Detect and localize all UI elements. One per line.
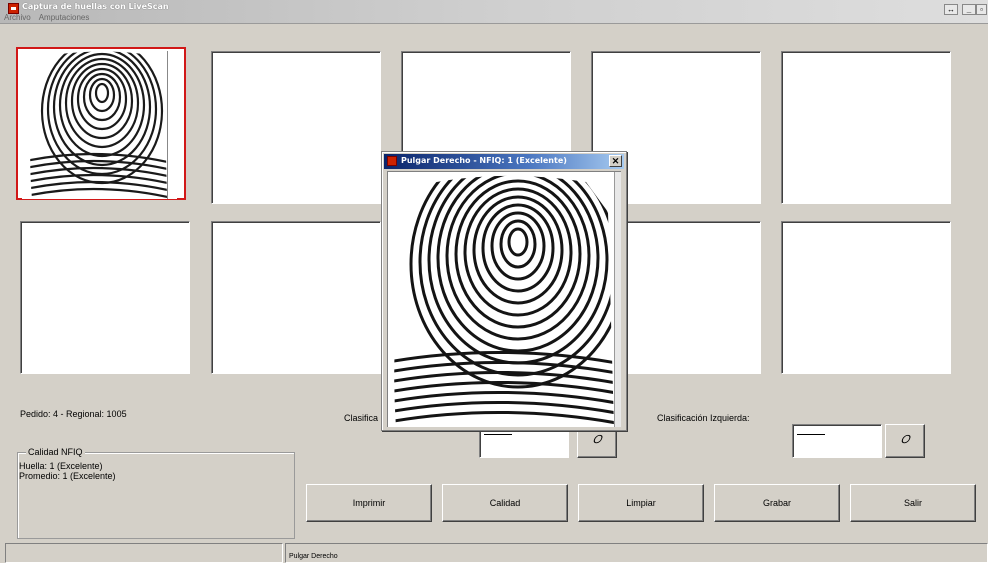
finger-slot-6[interactable] — [20, 221, 190, 374]
imprimir-button[interactable]: Imprimir — [306, 484, 432, 522]
fingerprint-preview-window[interactable]: Pulgar Derecho - NFIQ: 1 (Excelente) ✕ — [381, 151, 627, 431]
grabar-button[interactable]: Grabar — [714, 484, 840, 522]
clear-izquierda-button[interactable]: 𝑂 — [885, 424, 925, 458]
nfiq-huella: Huella: 1 (Excelente) — [19, 461, 103, 471]
app-icon — [387, 156, 397, 166]
limpiar-button[interactable]: Limpiar — [578, 484, 704, 522]
eraser-icon: 𝑂 — [900, 434, 910, 446]
status-finger: Pulgar Derecho — [285, 543, 988, 563]
nfiq-promedio: Promedio: 1 (Excelente) — [19, 471, 116, 481]
fingerprint-image — [22, 51, 177, 199]
clasificacion-izquierda-field[interactable] — [792, 424, 882, 458]
eraser-icon: 𝑂 — [592, 434, 602, 446]
status-left — [5, 543, 283, 563]
clasificacion-izquierda-label: Clasificación Izquierda: — [657, 413, 750, 423]
finger-slot-5[interactable] — [781, 51, 951, 204]
popup-title: Pulgar Derecho - NFIQ: 1 (Excelente) — [401, 156, 567, 165]
finger-slot-right-thumb[interactable] — [16, 47, 186, 200]
pedido-label: Pedido: 4 - Regional: 1005 — [20, 409, 127, 419]
clasificacion-derecha-label: Clasifica — [344, 413, 379, 423]
menu-item-amputaciones[interactable]: Amputaciones — [38, 13, 91, 22]
window-title: Captura de huellas con LiveScan — [22, 2, 169, 11]
maximize-icon[interactable]: ▫ — [976, 4, 987, 15]
popup-title-bar[interactable]: Pulgar Derecho - NFIQ: 1 (Excelente) ✕ — [384, 154, 624, 169]
close-icon[interactable]: ✕ — [609, 155, 622, 167]
salir-button[interactable]: Salir — [850, 484, 976, 522]
finger-slot-10[interactable] — [781, 221, 951, 374]
restore-icon[interactable]: ↔ — [944, 4, 958, 15]
menu-bar: Archivo Amputaciones — [3, 13, 90, 22]
fingerprint-preview-image — [387, 171, 621, 427]
calidad-button[interactable]: Calidad — [442, 484, 568, 522]
nfiq-legend: Calidad NFIQ — [26, 447, 85, 457]
finger-slot-2[interactable] — [211, 51, 381, 204]
menu-item-archivo[interactable]: Archivo — [3, 13, 32, 22]
finger-slot-7[interactable] — [211, 221, 381, 374]
nfiq-groupbox: Calidad NFIQ Huella: 1 (Excelente) Prome… — [17, 447, 295, 539]
title-bar: Captura de huellas con LiveScan Archivo … — [0, 0, 988, 24]
minimize-icon[interactable]: _ — [962, 4, 976, 15]
